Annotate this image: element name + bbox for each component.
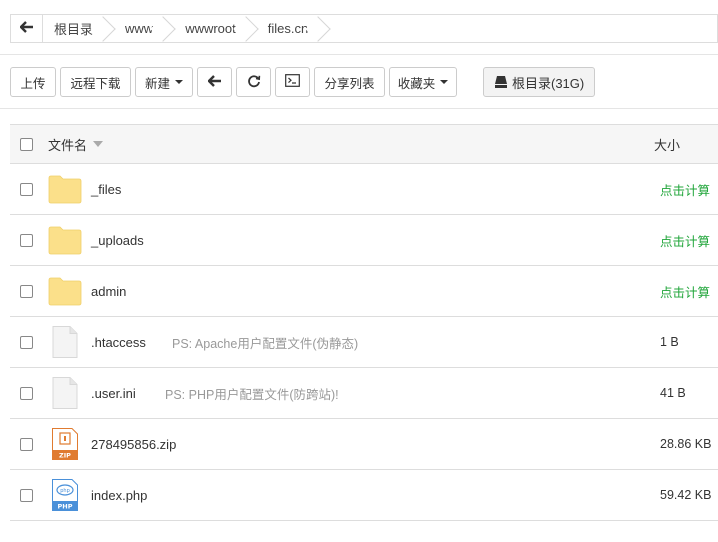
favorites-label: 收藏夹 [397,76,436,91]
table-row[interactable]: ZIP 278495856.zip 28.86 KB [10,419,718,470]
go-back-button[interactable] [197,67,232,97]
table-row[interactable]: php PHP index.php 59.42 KB [10,470,718,521]
file-name[interactable]: _files [91,182,121,197]
calculate-size-link[interactable]: 点击计算 [660,282,710,301]
arrow-left-icon [18,21,34,36]
disk-root-button[interactable]: 根目录(31G) [483,67,596,97]
file-remark: PS: Apache用户配置文件(伪静态) [172,336,359,351]
remote-download-button[interactable]: 远程下载 [60,67,131,97]
column-header-name[interactable]: 文件名 [48,135,104,154]
remote-download-label: 远程下载 [70,76,121,91]
breadcrumb-item-files-cn[interactable]: files.cn [250,15,322,42]
back-button[interactable] [11,15,43,42]
table-row[interactable]: _files 点击计算 [10,164,718,215]
row-checkbox[interactable] [20,335,33,349]
caret-down-icon [440,80,449,84]
file-icon [52,326,78,358]
svg-text:ZIP: ZIP [59,452,71,460]
toolbar: 上传 远程下载 新建 分享列表 收藏夹 [10,67,457,97]
arrow-left-icon [206,74,222,90]
table-row[interactable]: _uploads 点击计算 [10,215,718,266]
file-name[interactable]: index.php [91,488,147,503]
file-name[interactable]: .htaccess [91,335,146,350]
select-all-checkbox[interactable] [20,137,33,151]
breadcrumb-item-wwwroot[interactable]: wwwroot [167,15,250,42]
upload-label: 上传 [20,76,46,91]
row-checkbox[interactable] [20,386,33,400]
upload-button[interactable]: 上传 [10,67,56,97]
new-button[interactable]: 新建 [135,67,193,97]
column-name-label: 文件名 [48,137,88,153]
column-header-size[interactable]: 大小 [654,135,680,154]
file-name[interactable]: admin [91,284,126,299]
refresh-button[interactable] [236,67,271,97]
terminal-button[interactable] [275,67,310,97]
file-table: 文件名 大小 _files 点击计算 _uploads 点击计算 admin 点… [10,124,718,521]
divider [0,108,718,109]
file-name[interactable]: .user.ini [91,386,136,401]
refresh-icon [247,74,261,91]
php-file-icon: php PHP [52,479,78,511]
table-header: 文件名 大小 [10,125,718,164]
hard-drive-icon [494,75,508,89]
breadcrumb-label: www [125,21,154,36]
row-checkbox[interactable] [20,182,33,196]
breadcrumb-label: 根目录 [54,22,94,37]
share-list-button[interactable]: 分享列表 [314,67,385,97]
table-row[interactable]: admin 点击计算 [10,266,718,317]
new-label: 新建 [145,76,171,91]
row-checkbox[interactable] [20,488,33,502]
folder-icon [48,226,82,255]
table-row[interactable]: .htaccess PS: Apache用户配置文件(伪静态) 1 B [10,317,718,368]
row-checkbox[interactable] [20,437,33,451]
svg-text:PHP: PHP [58,503,73,511]
caret-down-icon [175,80,184,84]
file-icon [52,377,78,409]
row-checkbox[interactable] [20,284,33,298]
breadcrumb-item-root[interactable]: 根目录 [43,15,107,42]
folder-icon [48,175,82,204]
calculate-size-link[interactable]: 点击计算 [660,180,710,199]
file-size: 41 B [660,386,686,400]
file-remark: PS: PHP用户配置文件(防跨站)! [165,387,339,402]
zip-file-icon: ZIP [52,428,78,460]
calculate-size-link[interactable]: 点击计算 [660,231,710,250]
row-checkbox[interactable] [20,233,33,247]
svg-text:php: php [60,488,70,494]
divider [0,54,718,55]
favorites-button[interactable]: 收藏夹 [389,67,457,97]
breadcrumb: 根目录 www wwwroot files.cn [10,14,718,43]
file-size: 1 B [660,335,679,349]
disk-label: 根目录(31G) [512,75,585,91]
sort-down-icon [93,141,104,147]
file-name[interactable]: _uploads [91,233,144,248]
table-row[interactable]: .user.ini PS: PHP用户配置文件(防跨站)! 41 B [10,368,718,419]
share-list-label: 分享列表 [324,76,375,91]
file-name[interactable]: 278495856.zip [91,437,176,452]
breadcrumb-label: wwwroot [185,21,236,36]
file-size: 59.42 KB [660,488,712,502]
file-size: 28.86 KB [660,437,712,451]
terminal-icon [285,74,300,90]
breadcrumb-label: files.cn [267,21,309,36]
folder-icon [48,277,82,306]
